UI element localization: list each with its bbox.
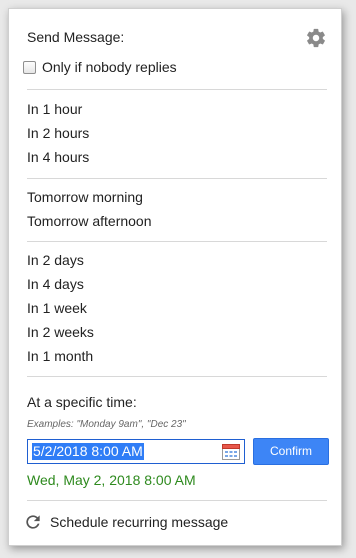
option-in-4-days[interactable]: In 4 days: [27, 276, 84, 292]
option-in-1-month[interactable]: In 1 month: [27, 348, 93, 364]
option-in-2-weeks[interactable]: In 2 weeks: [27, 324, 94, 340]
option-in-1-hour[interactable]: In 1 hour: [27, 101, 82, 117]
gear-icon[interactable]: [305, 27, 327, 49]
option-tomorrow-afternoon[interactable]: Tomorrow afternoon: [27, 213, 152, 229]
only-if-no-reply-label: Only if nobody replies: [42, 59, 177, 75]
option-in-2-hours[interactable]: In 2 hours: [27, 125, 89, 141]
only-if-no-reply-checkbox[interactable]: [23, 60, 36, 74]
send-later-panel: Send Message: Only if nobody replies In …: [8, 8, 342, 546]
refresh-icon: [26, 515, 40, 529]
divider: [27, 178, 327, 179]
specific-time-input-value[interactable]: 5/2/2018 8:00 AM: [32, 443, 144, 460]
specific-time-label: At a specific time:: [27, 394, 137, 410]
parsed-date-preview: Wed, May 2, 2018 8:00 AM: [27, 472, 196, 488]
schedule-recurring-label: Schedule recurring message: [50, 514, 229, 530]
option-tomorrow-morning[interactable]: Tomorrow morning: [27, 189, 143, 205]
only-if-no-reply-row[interactable]: Only if nobody replies: [23, 57, 177, 77]
examples-hint: Examples: "Monday 9am", "Dec 23": [27, 419, 186, 430]
confirm-button[interactable]: Confirm: [253, 438, 329, 465]
divider: [27, 241, 327, 242]
calendar-icon[interactable]: [222, 443, 240, 460]
panel-title: Send Message:: [27, 29, 125, 45]
schedule-recurring-button[interactable]: Schedule recurring message: [23, 512, 228, 532]
option-in-1-week[interactable]: In 1 week: [27, 300, 87, 316]
divider: [27, 376, 327, 377]
option-in-2-days[interactable]: In 2 days: [27, 252, 84, 268]
divider: [27, 89, 327, 90]
header: Send Message:: [27, 27, 327, 49]
option-in-4-hours[interactable]: In 4 hours: [27, 149, 89, 165]
specific-time-input[interactable]: 5/2/2018 8:00 AM: [27, 439, 245, 464]
divider: [27, 500, 327, 501]
